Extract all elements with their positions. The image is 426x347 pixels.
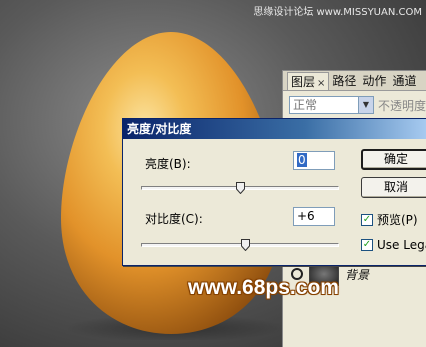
ok-button[interactable]: 确定 [361, 149, 426, 170]
layers-options-row: 正常 ▼ 不透明度 [289, 95, 426, 115]
layers-tab-bar: 图层 × 路径 动作 通道 [283, 71, 426, 91]
preview-label: 预览(P) [377, 213, 418, 227]
contrast-label: 对比度(C): [145, 212, 203, 226]
legacy-checkbox-row[interactable]: ✓ Use Lega [361, 238, 426, 252]
preview-checkbox[interactable]: ✓ [361, 213, 373, 226]
brightness-contrast-dialog: 亮度/对比度 亮度(B): 0 对比度(C): +6 确定 取消 ✓ 预览(P)… [122, 118, 426, 266]
brightness-value: 0 [297, 153, 307, 167]
close-icon[interactable]: × [317, 78, 325, 89]
contrast-input[interactable]: +6 [293, 207, 335, 226]
tab-actions[interactable]: 动作 [359, 72, 389, 90]
blend-mode-select[interactable]: 正常 ▼ [289, 96, 374, 114]
contrast-slider-thumb[interactable] [241, 239, 251, 251]
tab-channels[interactable]: 通道 [389, 72, 419, 90]
blend-mode-value: 正常 [293, 98, 318, 112]
tab-paths[interactable]: 路径 [329, 72, 359, 90]
brightness-label: 亮度(B): [145, 157, 191, 171]
brightness-input[interactable]: 0 [293, 151, 335, 170]
preview-checkbox-row[interactable]: ✓ 预览(P) [361, 211, 418, 228]
tab-layers[interactable]: 图层 × [287, 72, 330, 90]
use-legacy-checkbox[interactable]: ✓ [361, 239, 373, 251]
opacity-label: 不透明度 [377, 98, 426, 113]
brightness-slider-thumb[interactable] [235, 182, 245, 194]
dialog-title[interactable]: 亮度/对比度 [123, 119, 426, 139]
contrast-slider-track[interactable] [141, 243, 339, 247]
chevron-down-icon[interactable]: ▼ [357, 97, 373, 113]
layer-name: 背景 [345, 267, 370, 282]
cancel-button[interactable]: 取消 [361, 177, 426, 198]
watermark-top: 思缘设计论坛 www.MISSYUAN.COM [253, 7, 422, 18]
tab-layers-label: 图层 [291, 75, 316, 89]
use-legacy-label: Use Lega [377, 238, 426, 252]
watermark-bottom: www.68ps.com [188, 276, 339, 299]
